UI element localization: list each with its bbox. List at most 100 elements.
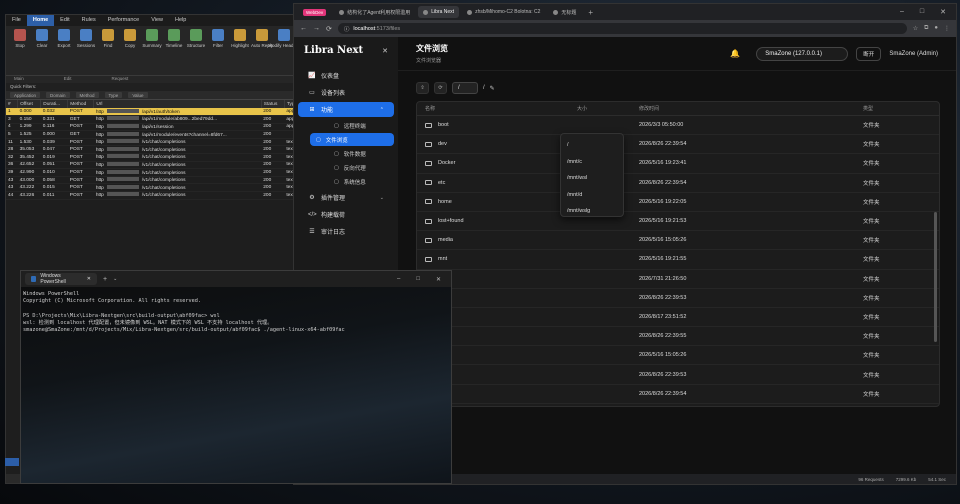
breadcrumb[interactable]: / [483,85,485,91]
up-directory-icon[interactable]: ⇧ [416,82,429,94]
url-input[interactable]: ⓘ localhost:5173/files [337,23,907,34]
file-row[interactable]: 2026/8/26 22:39:54 文件夹 [417,385,939,404]
ribbon-modify-headers-button[interactable]: Modify Headers [268,29,300,72]
file-row[interactable]: lost+found 2026/5/16 19:21:53 文件夹 [417,212,939,232]
menu-file[interactable]: File [6,15,27,26]
file-row[interactable]: dev 2026/8/26 22:39:54 文件夹 [417,135,939,155]
refresh-icon[interactable]: ⟳ [434,82,447,94]
close-tab-icon[interactable]: ✕ [87,276,91,282]
ribbon-summary-button[interactable]: Summary [142,29,162,72]
ribbon-auto-reply-button[interactable]: Auto Reply [251,29,273,72]
session-row[interactable]: 43 43.222 0.015 POST http /v1/chat/completio… [6,183,304,193]
file-row[interactable]: 2026/8/26 22:39:53 文件夹 [417,365,939,385]
column-header[interactable]: Method [67,100,95,108]
subnav-item-0[interactable]: ▢ 远程终端 [310,119,394,132]
menu-rules[interactable]: Rules [76,15,102,26]
subnav-item-1[interactable]: ▢ 文件浏览 [310,133,394,146]
sidebar-item-0[interactable]: 📈 仪表盘 [298,68,394,83]
menu-icon[interactable]: ⋮ [944,25,950,32]
column-header[interactable]: Offset [17,100,42,108]
session-row[interactable]: 28 35.053 0.047 POST http /v1/chat/completio… [6,145,304,155]
new-terminal-tab-icon[interactable]: + [103,276,107,283]
ribbon-timeline-button[interactable]: Timeline [164,29,184,72]
menu-view[interactable]: View [145,15,169,26]
browser-tab[interactable]: 结构化了Agent利用权限滥用 [334,6,415,18]
column-header[interactable]: Durati... [40,100,69,108]
ribbon-copy-button[interactable]: Copy [120,29,140,72]
back-icon[interactable]: ← [300,25,307,32]
ribbon-export-button[interactable]: Export [54,29,74,72]
terminal-tab[interactable]: Windows PowerShell ✕ [25,273,97,285]
reload-icon[interactable]: ⟳ [326,25,332,33]
file-row[interactable]: media 2026/5/16 15:05:26 文件夹 [417,231,939,251]
session-row[interactable]: 32 35.452 0.019 POST http /v1/chat/completio… [6,153,304,162]
session-row[interactable]: 11 1.530 0.039 POST http /v1/chat/completion… [6,138,304,147]
close-icon[interactable]: ✕ [940,8,946,16]
session-row[interactable]: 4 1.299 0.116 POST http /api/v1/session 200 ap… [6,123,304,132]
file-row[interactable]: boot 2026/3/3 05:50:00 文件夹 [417,116,939,136]
session-row[interactable]: 44 43.226 0.011 POST http /v1/chat/completio… [6,191,304,200]
filter-domain[interactable]: Domain [46,92,70,98]
user-menu[interactable]: SmaZone (Admin) [889,51,938,57]
server-select[interactable]: SmaZone (127.0.0.1) [756,46,849,61]
ribbon-filter-button[interactable]: Filter [208,29,228,72]
close-sidebar-icon[interactable]: ✕ [382,47,388,55]
profile-icon[interactable]: ● [934,25,938,32]
maximize-icon[interactable]: □ [416,276,420,283]
dropdown-option[interactable]: /mnt/wslg [561,203,623,220]
ribbon-highlight-button[interactable]: Highlight [230,29,250,72]
session-row[interactable]: 3 0.150 0.331 GET http /api/v1/module/ab809.… [6,115,304,124]
file-row[interactable]: etc 2026/8/26 22:39:54 文件夹 [417,174,939,193]
ribbon-stop-button[interactable]: Stop [10,29,30,72]
ribbon-structure-button[interactable]: Structure [186,29,206,72]
session-row[interactable]: 39 42.990 0.010 POST http /v1/chat/completio… [6,168,304,177]
file-row[interactable]: home 2026/5/16 19:22:05 文件夹 [417,193,939,212]
session-row[interactable]: 1 0.000 0.032 POST http /api/v1/auth/token 20… [6,108,304,117]
menu-home[interactable]: Home [26,15,55,26]
sidebar-item-2[interactable]: ⊞ 功能 ⌃ [298,102,394,117]
path-input[interactable]: / [452,82,478,94]
col-date[interactable]: 修改时间 [639,105,863,112]
session-row[interactable]: 43 43.000 0.058 POST http /v1/chat/completio… [6,176,304,185]
column-header[interactable]: Url [93,100,262,108]
filter-application[interactable]: Application [10,92,41,98]
sidebar-secondary-item-0[interactable]: ⚙ 插件管理 ⌄ [298,190,394,205]
menu-performance[interactable]: Performance [102,15,146,26]
dropdown-option[interactable]: / [561,137,623,154]
bell-icon[interactable]: 🔔 [730,49,740,58]
column-header[interactable]: # [6,100,19,108]
session-row[interactable]: 36 42.652 0.051 POST http /v1/chat/completio… [6,161,304,170]
browser-tab[interactable]: WebDev [298,6,331,18]
browser-tab[interactable]: 无标题 [548,6,581,18]
close-icon[interactable]: ✕ [436,276,441,283]
subnav-item-4[interactable]: ▢ 系统信息 [310,175,394,188]
browser-tab[interactable]: zhsb/Mihomo-C2 Bolotna: C2 [462,6,545,18]
ribbon-clear-button[interactable]: Clear [32,29,52,72]
menu-help[interactable]: Help [169,15,192,26]
menu-edit[interactable]: Edit [54,15,75,26]
column-header[interactable]: Status [261,100,285,108]
browser-tab[interactable]: Libra Next [418,6,460,18]
file-row[interactable]: 2026/7/31 21:26:50 文件夹 [417,270,939,289]
scrollbar[interactable] [934,212,937,342]
file-row[interactable]: 2026/8/26 22:39:55 文件夹 [417,327,939,347]
sidebar-item-1[interactable]: ▭ 设备列表 [298,85,394,100]
filter-type[interactable]: Type [104,92,123,98]
tab-dropdown-icon[interactable]: ⌄ [113,276,117,282]
maximize-icon[interactable]: □ [920,8,924,16]
subnav-item-3[interactable]: ▢ 反向代理 [310,161,394,174]
sidebar-secondary-item-1[interactable]: </> 构建载荷 [298,207,394,222]
site-info-icon[interactable]: ⓘ [344,25,350,33]
filter-value[interactable]: Value [128,92,148,98]
extensions-icon[interactable]: ⧉ [924,25,928,32]
col-type[interactable]: 类型 [863,105,939,112]
sidebar-secondary-item-2[interactable]: ☰ 审计日志 [298,224,394,239]
minimize-icon[interactable]: – [900,8,904,16]
file-row[interactable]: mnt 2026/5/16 19:21:55 文件夹 [417,250,939,270]
file-row[interactable]: 2026/5/16 15:05:26 文件夹 [417,346,939,366]
edit-path-icon[interactable]: ✎ [490,85,495,92]
disconnect-button[interactable]: 断开 [856,46,882,61]
forward-icon[interactable]: → [313,25,320,32]
minimize-icon[interactable]: – [397,276,400,283]
ribbon-find-button[interactable]: Find [98,29,118,72]
